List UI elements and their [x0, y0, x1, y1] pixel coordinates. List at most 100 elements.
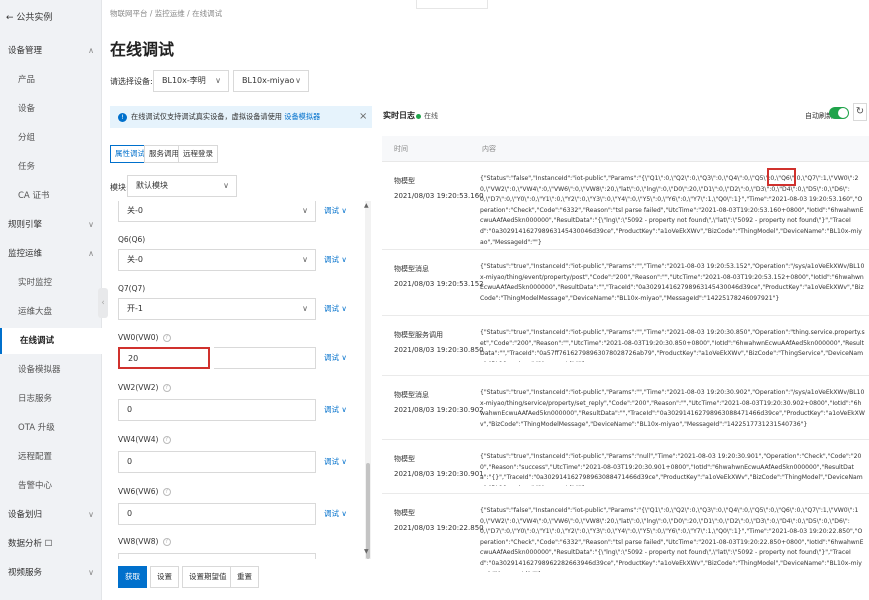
sidebar-item-label: 运维大盘: [18, 307, 53, 317]
property-input-rest[interactable]: [214, 347, 316, 369]
get-button[interactable]: 获取: [118, 566, 147, 588]
log-content: {"Status":"false","InstanceId":"iot-publ…: [480, 175, 864, 246]
property-select[interactable]: 关-0 ∨: [118, 249, 316, 271]
property-input[interactable]: 0: [118, 399, 316, 421]
refresh-icon[interactable]: ↻: [853, 103, 867, 121]
tab-remote-login[interactable]: 远程登录: [178, 145, 218, 163]
sidebar-item-ota-upgrade[interactable]: OTA 升级: [0, 415, 102, 441]
property-input[interactable]: [118, 553, 316, 559]
sidebar-item-label: 任务: [18, 162, 36, 172]
property-input-vw0[interactable]: 20: [118, 347, 210, 369]
log-time: 2021/08/03 19:20:53.152: [394, 280, 484, 288]
sidebar-item-label: 产品: [18, 75, 36, 85]
sidebar-item-alert-center[interactable]: 告警中心: [0, 473, 102, 499]
property-label-text: VW6(VW6): [118, 487, 159, 496]
simulator-link[interactable]: 设备模拟器: [284, 112, 320, 121]
sidebar-item-rule-engine[interactable]: 规则引擎 ∨: [0, 212, 102, 238]
sidebar-item-label: 视频服务: [8, 568, 43, 578]
sidebar-item-groups[interactable]: 分组: [0, 125, 102, 151]
sidebar-item-online-debug[interactable]: 在线调试: [0, 328, 102, 354]
module-select-value: 默认模块: [136, 181, 168, 190]
module-label: 模块:: [110, 183, 129, 192]
log-type: 物模型: [394, 509, 415, 517]
sidebar-item-devices[interactable]: 设备: [0, 96, 102, 122]
sidebar-item-ops-dashboard[interactable]: 运维大盘: [0, 299, 102, 325]
chevron-down-icon: ∨: [302, 206, 308, 215]
debug-link[interactable]: 调试 ∨: [324, 205, 347, 216]
log-row: 物模型服务调用 2021/08/03 19:20:30.850 {"Status…: [382, 316, 869, 376]
reset-button[interactable]: 重置: [230, 566, 259, 588]
property-value: 0: [127, 405, 133, 414]
scrollbar-thumb[interactable]: [366, 463, 370, 559]
property-input[interactable]: 0: [118, 503, 316, 525]
log-content: {"Status":"false","InstanceId":"iot-publ…: [480, 507, 864, 572]
property-select[interactable]: 开-1 ∨: [118, 298, 316, 320]
debug-link[interactable]: 调试 ∨: [324, 303, 347, 314]
property-input[interactable]: 0: [118, 451, 316, 473]
property-label-text: Q6(Q6): [118, 235, 146, 244]
sidebar-item-log-service[interactable]: 日志服务: [0, 386, 102, 412]
chevron-down-icon: ∨: [302, 304, 308, 313]
sidebar-item-label: CA 证书: [18, 191, 50, 201]
property-select[interactable]: 关-0 ∨: [118, 201, 316, 222]
close-icon[interactable]: ×: [359, 106, 367, 128]
module-select[interactable]: 默认模块 ∨: [127, 175, 237, 197]
help-icon: ?: [162, 334, 171, 342]
sidebar-item-device-simulator[interactable]: 设备模拟器: [0, 357, 102, 383]
sidebar-item-data-analysis[interactable]: 数据分析 ☐: [0, 531, 102, 557]
sidebar-item-realtime-monitor[interactable]: 实时监控: [0, 270, 102, 296]
sidebar-item-tasks[interactable]: 任务: [0, 154, 102, 180]
sidebar-item-ca-certs[interactable]: CA 证书: [0, 183, 102, 209]
sidebar-item-label: 远程配置: [18, 452, 53, 462]
sidebar-item-remote-config[interactable]: 远程配置: [0, 444, 102, 470]
set-button[interactable]: 设置: [150, 566, 179, 588]
product-select[interactable]: BL10x-李明 ∨: [153, 70, 229, 92]
property-label-text: Q7(Q7): [118, 284, 146, 293]
log-row: 物模型消息 2021/08/03 19:20:30.902 {"Status":…: [382, 376, 869, 440]
debug-link[interactable]: 调试 ∨: [324, 508, 347, 519]
debug-link[interactable]: 调试 ∨: [324, 352, 347, 363]
help-icon: ?: [162, 384, 171, 392]
property-value: 关-0: [127, 255, 143, 264]
log-row: 物模型消息 2021/08/03 19:20:53.152 {"Status":…: [382, 250, 869, 316]
property-label-text: VW0(VW0): [118, 333, 159, 342]
help-icon: ?: [162, 488, 171, 496]
sidebar-item-products[interactable]: 产品: [0, 67, 102, 93]
set-desired-button[interactable]: 设置期望值: [182, 566, 234, 588]
breadcrumb: 物联网平台 / 监控运维 / 在线调试: [110, 9, 223, 18]
property-label: VW2(VW2)?: [118, 383, 171, 392]
chevron-down-icon: ∨: [223, 181, 229, 190]
device-select[interactable]: BL10x-miyao ∨: [233, 70, 309, 92]
info-banner: ! 在线调试仅支持调试真实设备，虚拟设备请使用 设备模拟器: [110, 106, 372, 128]
log-time: 2021/08/03 19:20:53.160: [394, 192, 484, 200]
sidebar-item-monitoring-ops[interactable]: 监控运维 ∧: [0, 241, 102, 267]
collapse-sidebar-handle[interactable]: ‹: [98, 288, 108, 318]
debug-link[interactable]: 调试 ∨: [324, 456, 347, 467]
property-value: 0: [127, 509, 133, 518]
property-list: 关-0 ∨ 调试 ∨ Q6(Q6) 关-0 ∨ 调试 ∨ Q7(Q7) 开-1 ∨ 调…: [110, 201, 372, 559]
log-type: 物模型消息: [394, 265, 429, 273]
sidebar-item-label: 告警中心: [18, 481, 53, 491]
debug-link[interactable]: 调试 ∨: [324, 404, 347, 415]
col-time: 时间: [394, 145, 408, 153]
auto-refresh-toggle[interactable]: [829, 107, 849, 119]
scroll-down-icon[interactable]: ▼: [364, 548, 369, 555]
chevron-icon: ∧: [88, 249, 94, 258]
log-title: 实时日志: [383, 111, 415, 120]
debug-link[interactable]: 调试 ∨: [324, 254, 347, 265]
sidebar-item-video-service[interactable]: 视频服务 ∨: [0, 560, 102, 586]
log-time: 2021/08/03 19:20:30.902: [394, 406, 484, 414]
sidebar-item-device-assignment[interactable]: 设备划归 ∨: [0, 502, 102, 528]
info-text: 在线调试仅支持调试真实设备，虚拟设备请使用: [131, 112, 282, 121]
property-label-text: VW8(VW8): [118, 537, 159, 546]
chevron-icon: ∧: [88, 46, 94, 55]
back-link[interactable]: ← 公共实例: [6, 10, 52, 23]
chevron-icon: ∨: [88, 220, 94, 229]
property-scrollbar[interactable]: [365, 201, 371, 559]
help-icon: ?: [162, 538, 171, 546]
sidebar-item-label: 在线调试: [20, 336, 55, 346]
scroll-up-icon[interactable]: ▲: [364, 202, 369, 209]
log-content: {"Status":"true","InstanceId":"iot-publi…: [480, 453, 863, 486]
sidebar-item-device-management[interactable]: 设备管理 ∧: [0, 38, 102, 64]
log-content: {"Status":"true","InstanceId":"iot-publi…: [480, 389, 865, 428]
